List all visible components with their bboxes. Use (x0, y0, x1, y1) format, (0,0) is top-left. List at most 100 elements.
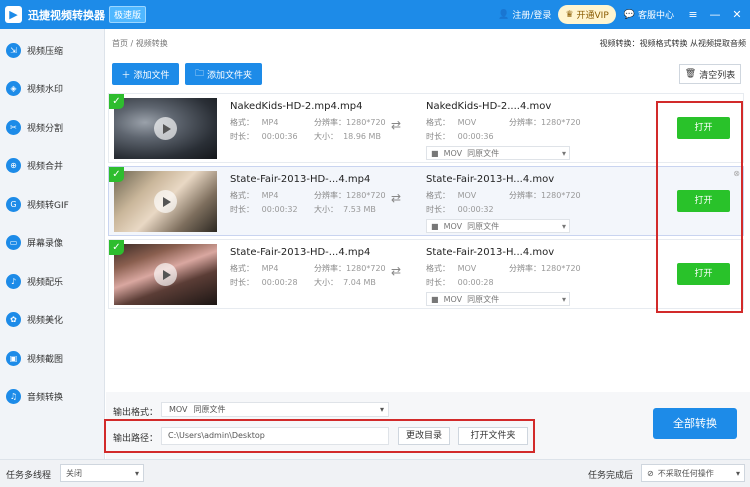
app-title: 迅捷视频转换器 (28, 8, 105, 22)
shuffle-arrow-icon: ⇄ (391, 264, 402, 278)
format-value: MOV (457, 191, 477, 200)
checkmark-icon[interactable]: ✓ (109, 240, 124, 255)
dropdown-note: 同原文件 (467, 148, 500, 158)
sidebar-item-music[interactable]: ♪ 视频配乐 (0, 262, 104, 301)
source-format: 格式： MP4 (230, 263, 278, 274)
sidebar-item-screen-record[interactable]: ▭ 屏幕录像 (0, 224, 104, 263)
resolution-label: 分辨率： (314, 264, 346, 273)
close-icon[interactable]: ✕ (728, 8, 746, 21)
play-icon[interactable] (154, 117, 177, 140)
file-row[interactable]: ✓ NakedKids-HD-2.mp4.mp4 格式： MP4 分辨率：128… (108, 93, 744, 163)
output-filename: State-Fair-2013-H...4.mov (426, 247, 555, 258)
breadcrumb-home[interactable]: 首页 (112, 39, 128, 48)
sidebar-item-watermark[interactable]: ◈ 视频水印 (0, 70, 104, 109)
vip-button[interactable]: ♛ 开通VIP (558, 5, 616, 24)
chevron-down-icon: ▾ (561, 148, 566, 158)
multithread-select[interactable]: 关闭 ▾ (60, 464, 144, 482)
sidebar-item-split[interactable]: ✂ 视频分割 (0, 108, 104, 147)
dropdown-note: 同原文件 (467, 294, 500, 304)
sidebar-item-audio[interactable]: ♫ 音频转换 (0, 378, 104, 417)
after-complete-value: 不采取任何操作 (657, 468, 714, 478)
source-size: 大小： 7.04 MB (314, 277, 376, 288)
video-thumbnail[interactable] (114, 244, 217, 305)
duration-label: 时长： (426, 205, 450, 214)
sidebar-item-gif[interactable]: G 视频转GIF (0, 185, 104, 224)
vip-label: 开通VIP (576, 11, 609, 21)
format-label: 格式： (426, 118, 450, 127)
menu-icon[interactable]: ≡ (684, 8, 702, 21)
resolution-label: 分辨率： (509, 118, 541, 127)
sidebar-item-label: 视频压缩 (27, 46, 64, 57)
source-resolution: 分辨率：1280*720 (314, 263, 386, 274)
file-row[interactable]: ✓ State-Fair-2013-HD-...4.mp4 格式： MP4 分辨… (108, 166, 744, 236)
resolution-label: 分辨率： (509, 264, 541, 273)
source-resolution: 分辨率：1280*720 (314, 190, 386, 201)
minimize-icon[interactable]: — (706, 8, 724, 21)
sidebar-item-compress[interactable]: ⇲ 视频压缩 (0, 31, 104, 70)
merge-icon: ⊕ (6, 158, 21, 174)
sidebar-item-beautify[interactable]: ✿ 视频美化 (0, 301, 104, 340)
checkmark-icon[interactable]: ✓ (109, 94, 124, 109)
highlight-box-output-path (104, 419, 535, 453)
login-link[interactable]: 👤 注册/登录 (498, 8, 551, 22)
duration-label: 时长： (230, 278, 254, 287)
after-complete-select[interactable]: ⊘ 不采取任何操作 ▾ (641, 464, 745, 482)
play-icon[interactable] (154, 263, 177, 286)
duration-value: 00:00:36 (261, 132, 298, 141)
chevron-down-icon: ▾ (561, 294, 566, 304)
sidebar-item-screenshot[interactable]: ▣ 视频截图 (0, 339, 104, 378)
source-duration: 时长： 00:00:28 (230, 277, 298, 288)
dropdown-note: 同原文件 (467, 221, 500, 231)
add-folder-button[interactable]: 🗀 添加文件夹 (185, 63, 262, 85)
checkmark-icon[interactable]: ✓ (109, 167, 124, 182)
shuffle-arrow-icon: ⇄ (391, 191, 402, 205)
gif-icon: G (6, 196, 21, 212)
chevron-down-icon: ▾ (379, 405, 384, 414)
output-format: 格式： MOV (426, 117, 476, 128)
size-label: 大小： (314, 132, 338, 141)
output-filename: State-Fair-2013-H...4.mov (426, 174, 555, 185)
highlight-box-open-buttons (656, 101, 743, 313)
compress-icon: ⇲ (6, 42, 21, 58)
screen-record-icon: ▭ (6, 235, 21, 251)
size-label: 大小： (314, 205, 338, 214)
convert-all-button[interactable]: 全部转换 (653, 408, 737, 439)
duration-label: 时长： (230, 132, 254, 141)
output-format-select[interactable]: MOV 同原文件 ▾ (161, 402, 389, 417)
video-thumbnail[interactable] (114, 171, 217, 232)
dropdown-format: MOV (443, 221, 463, 231)
video-camera-icon: ■ (431, 221, 439, 231)
size-label: 大小： (314, 278, 338, 287)
sidebar-item-label: 视频合并 (27, 162, 64, 173)
format-value: MOV (457, 118, 477, 127)
help-label: 客服中心 (637, 11, 674, 21)
output-format-dropdown[interactable]: ■ MOV 同原文件 ▾ (426, 219, 570, 233)
resolution-label: 分辨率： (509, 191, 541, 200)
sidebar-item-merge[interactable]: ⊕ 视频合并 (0, 147, 104, 186)
source-size: 大小： 18.96 MB (314, 131, 381, 142)
output-format-dropdown[interactable]: ■ MOV 同原文件 ▾ (426, 292, 570, 306)
chevron-down-icon: ▾ (134, 468, 139, 478)
format-value: MOV (457, 264, 477, 273)
video-thumbnail[interactable] (114, 98, 217, 159)
source-format: 格式： MP4 (230, 190, 278, 201)
resolution-label: 分辨率： (314, 191, 346, 200)
add-file-button[interactable]: ＋添加文件 (112, 63, 179, 85)
output-format-dropdown[interactable]: ■ MOV 同原文件 ▾ (426, 146, 570, 160)
clear-list-button[interactable]: 🗑 清空列表 (679, 64, 741, 84)
help-center-link[interactable]: 💬 客服中心 (624, 8, 674, 22)
format-label: 格式： (230, 118, 254, 127)
resolution-value: 1280*720 (346, 118, 386, 127)
size-value: 7.04 MB (343, 278, 376, 287)
output-duration: 时长： 00:00:36 (426, 131, 494, 142)
chevron-down-icon: ▾ (735, 468, 740, 478)
output-resolution: 分辨率：1280*720 (509, 117, 581, 128)
format-label: 格式： (230, 264, 254, 273)
output-resolution: 分辨率：1280*720 (509, 190, 581, 201)
sidebar-item-label: 视频美化 (27, 316, 64, 327)
music-icon: ♪ (6, 273, 21, 289)
resolution-value: 1280*720 (541, 118, 581, 127)
play-icon[interactable] (154, 190, 177, 213)
file-row[interactable]: ✓ State-Fair-2013-HD-...4.mp4 格式： MP4 分辨… (108, 239, 744, 309)
format-value: MP4 (261, 118, 279, 127)
